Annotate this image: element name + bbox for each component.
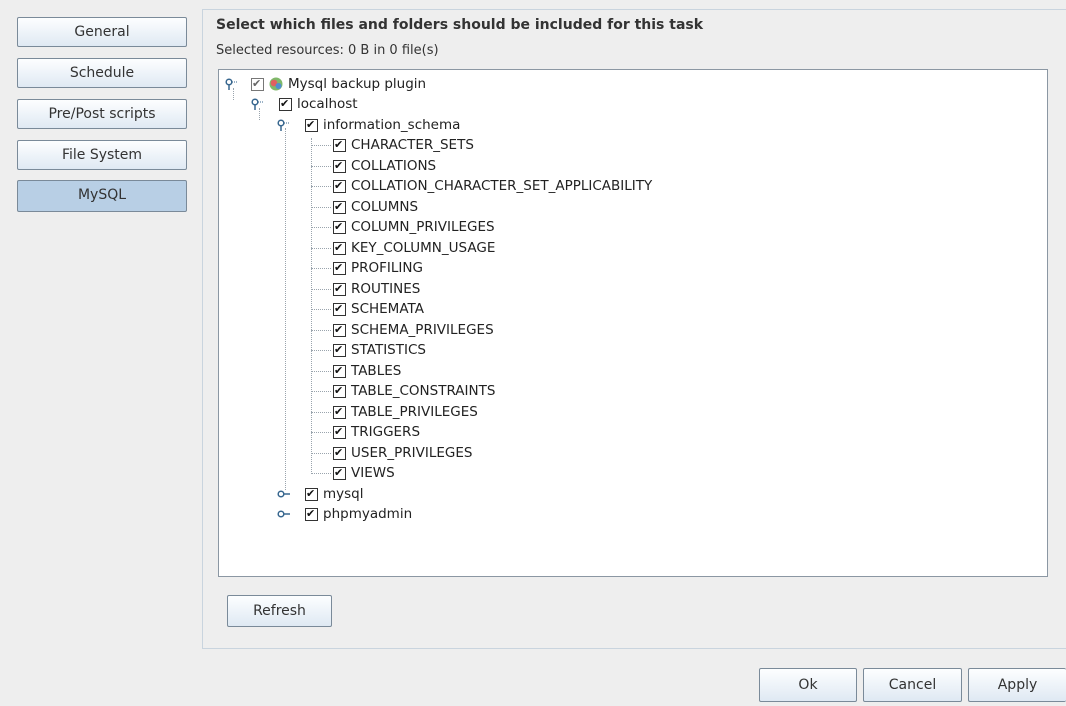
- nav-general-button[interactable]: General: [17, 17, 187, 47]
- selected-resources-text: Selected resources: 0 B in 0 file(s): [216, 43, 439, 58]
- checkbox-icon[interactable]: [333, 238, 346, 258]
- checkbox-icon[interactable]: [333, 463, 346, 483]
- tree-node-label: ROUTINES: [351, 281, 421, 297]
- tree-node-table[interactable]: STATISTICS: [311, 340, 811, 360]
- checkbox-icon[interactable]: [333, 135, 346, 155]
- refresh-button[interactable]: Refresh: [227, 595, 332, 627]
- checkbox-icon[interactable]: [333, 156, 346, 176]
- checkbox-icon[interactable]: [333, 258, 346, 278]
- cancel-button[interactable]: Cancel: [863, 668, 962, 702]
- expanded-toggle-icon[interactable]: [251, 98, 265, 110]
- tree-node-table[interactable]: TABLES: [311, 361, 811, 381]
- checkbox-icon[interactable]: [305, 504, 318, 524]
- checkbox-icon[interactable]: [251, 74, 264, 94]
- expanded-toggle-icon[interactable]: [277, 119, 291, 131]
- tree-node-label: information_schema: [323, 117, 461, 133]
- collapsed-toggle-icon[interactable]: [277, 508, 291, 520]
- tree-node-localhost[interactable]: localhost: [219, 94, 619, 114]
- expanded-toggle-icon[interactable]: [225, 78, 239, 90]
- checkbox-icon[interactable]: [333, 443, 346, 463]
- nav-mysql-button[interactable]: MySQL: [17, 180, 187, 212]
- tree-node-table[interactable]: SCHEMA_PRIVILEGES: [311, 320, 811, 340]
- tree-node-label: phpmyadmin: [323, 506, 413, 522]
- checkbox-icon[interactable]: [333, 320, 346, 340]
- tree-node-label: VIEWS: [351, 465, 395, 481]
- tree-node-table[interactable]: COLLATION_CHARACTER_SET_APPLICABILITY: [311, 176, 811, 196]
- tree-node-table[interactable]: TRIGGERS: [311, 422, 811, 442]
- tree-node-table[interactable]: SCHEMATA: [311, 299, 811, 319]
- tree-node-root[interactable]: Mysql backup plugin: [219, 74, 619, 94]
- tree-node-table[interactable]: USER_PRIVILEGES: [311, 443, 811, 463]
- tree-node-table[interactable]: TABLE_CONSTRAINTS: [311, 381, 811, 401]
- tree-node-label: COLLATIONS: [351, 158, 437, 174]
- tree-node-phpmyadmin[interactable]: phpmyadmin: [219, 504, 619, 524]
- tree-guide: [285, 128, 286, 490]
- tree-node-label: USER_PRIVILEGES: [351, 445, 473, 461]
- mysql-plugin-icon: [269, 77, 283, 91]
- checkbox-icon[interactable]: [333, 340, 346, 360]
- tree-node-label: SCHEMA_PRIVILEGES: [351, 322, 494, 338]
- tree-node-label: COLLATION_CHARACTER_SET_APPLICABILITY: [351, 178, 653, 194]
- nav-schedule-button[interactable]: Schedule: [17, 58, 187, 88]
- tree-node-table[interactable]: ROUTINES: [311, 279, 811, 299]
- tree-node-label: KEY_COLUMN_USAGE: [351, 240, 496, 256]
- tree-node-label: TABLES: [351, 363, 402, 379]
- checkbox-icon[interactable]: [305, 115, 318, 135]
- tree-node-label: TRIGGERS: [351, 424, 421, 440]
- tree-node-table[interactable]: COLLATIONS: [311, 156, 811, 176]
- tree-node-table[interactable]: COLUMNS: [311, 197, 811, 217]
- tree-node-table[interactable]: COLUMN_PRIVILEGES: [311, 217, 811, 237]
- tree-node-label: localhost: [297, 96, 358, 112]
- tree-node-label: Mysql backup plugin: [288, 76, 427, 92]
- tree-node-label: SCHEMATA: [351, 301, 424, 317]
- checkbox-icon[interactable]: [333, 361, 346, 381]
- ok-button[interactable]: Ok: [759, 668, 857, 702]
- tree-node-table[interactable]: KEY_COLUMN_USAGE: [311, 238, 811, 258]
- tree-node-table[interactable]: TABLE_PRIVILEGES: [311, 402, 811, 422]
- checkbox-icon[interactable]: [333, 422, 346, 442]
- tree-node-label: STATISTICS: [351, 342, 426, 358]
- checkbox-icon[interactable]: [333, 197, 346, 217]
- nav-file-system-button[interactable]: File System: [17, 140, 187, 170]
- tree-node-table[interactable]: CHARACTER_SETS: [311, 135, 811, 155]
- tree-node-label: COLUMNS: [351, 199, 419, 215]
- checkbox-icon[interactable]: [333, 402, 346, 422]
- resource-tree[interactable]: Mysql backup plugin localhost informatio…: [218, 69, 1048, 577]
- tree-node-label: TABLE_CONSTRAINTS: [351, 383, 496, 399]
- page-title: Select which files and folders should be…: [216, 17, 704, 33]
- tree-node-table[interactable]: PROFILING: [311, 258, 811, 278]
- tree-node-label: TABLE_PRIVILEGES: [351, 404, 478, 420]
- apply-button[interactable]: Apply: [968, 668, 1066, 702]
- checkbox-icon[interactable]: [333, 381, 346, 401]
- tree-node-label: CHARACTER_SETS: [351, 137, 474, 153]
- tree-node-label: COLUMN_PRIVILEGES: [351, 219, 495, 235]
- tree-node-label: PROFILING: [351, 260, 423, 276]
- tree-node-mysql[interactable]: mysql: [219, 484, 619, 504]
- tree-node-label: mysql: [323, 486, 364, 502]
- collapsed-toggle-icon[interactable]: [277, 488, 291, 500]
- checkbox-icon[interactable]: [333, 299, 346, 319]
- nav-prepost-scripts-button[interactable]: Pre/Post scripts: [17, 99, 187, 129]
- checkbox-icon[interactable]: [333, 217, 346, 237]
- checkbox-icon[interactable]: [305, 484, 318, 504]
- tree-node-table[interactable]: VIEWS: [311, 463, 811, 483]
- checkbox-icon[interactable]: [333, 176, 346, 196]
- checkbox-icon[interactable]: [333, 279, 346, 299]
- checkbox-icon[interactable]: [279, 94, 292, 114]
- tree-node-information-schema[interactable]: information_schema: [219, 115, 619, 135]
